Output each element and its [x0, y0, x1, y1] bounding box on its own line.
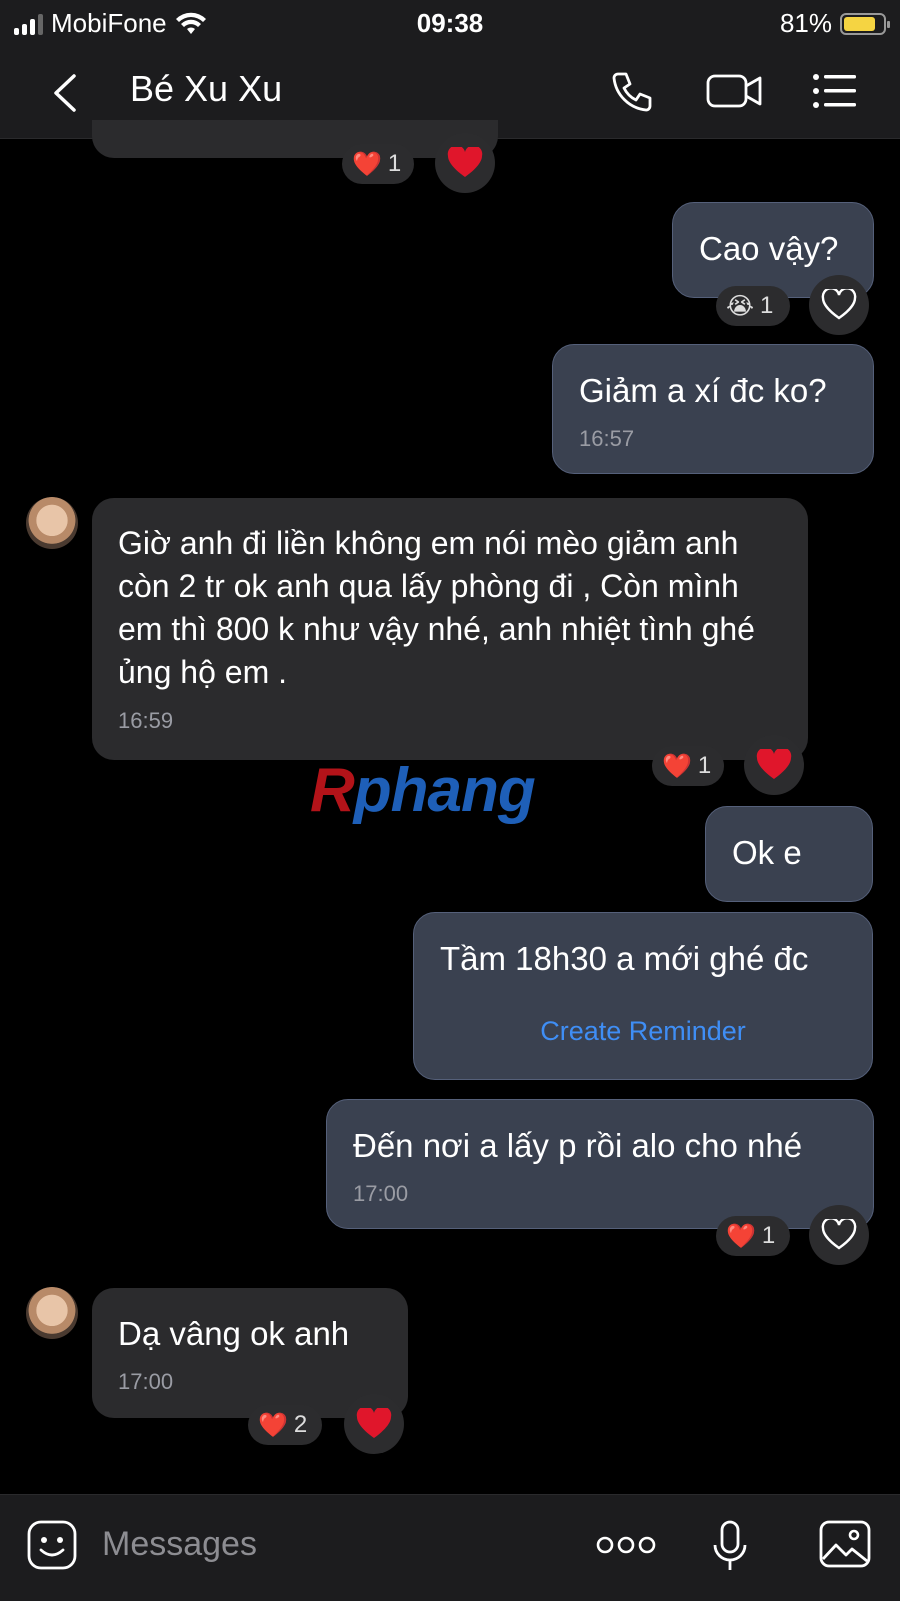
heart-emoji-icon: ❤️	[258, 1411, 288, 1439]
message-text: Giảm a xí đc ko?	[579, 372, 827, 409]
outline-heart-icon	[821, 1219, 857, 1250]
reaction-count: 2	[293, 1411, 308, 1438]
heart-emoji-icon: ❤️	[352, 150, 382, 178]
watermark-logo: Rphang	[310, 756, 536, 825]
contact-avatar[interactable]	[26, 497, 78, 549]
outline-heart-icon	[821, 289, 857, 320]
phone-call-icon[interactable]	[608, 68, 658, 114]
image-gallery-icon[interactable]	[818, 1519, 872, 1569]
battery-percent: 81%	[779, 8, 832, 38]
reaction-pill[interactable]: ❤️ 2	[248, 1405, 322, 1445]
microphone-icon[interactable]	[712, 1519, 748, 1573]
crying-emoji-icon: 😭	[726, 292, 755, 320]
contact-avatar[interactable]	[26, 1287, 78, 1339]
message-text: Dạ vâng ok anh	[118, 1315, 350, 1352]
message-text: Cao vậy?	[699, 230, 839, 267]
sticker-smiley-icon[interactable]	[26, 1519, 78, 1571]
contact-name[interactable]: Bé Xu Xu	[130, 68, 282, 110]
message-timestamp: 17:00	[118, 1369, 174, 1394]
message-text: Tầm 18h30 a mới ghé đc	[440, 940, 809, 977]
message-bubble-outgoing[interactable]: Giảm a xí đc ko? 16:57	[552, 344, 874, 474]
create-reminder-link[interactable]: Create Reminder	[440, 1016, 846, 1047]
message-bubble-outgoing[interactable]: Tầm 18h30 a mới ghé đc Create Reminder	[413, 912, 873, 1080]
message-text: Ok e	[732, 834, 802, 871]
reaction-count: 1	[697, 752, 712, 779]
message-timestamp: 17:00	[353, 1181, 409, 1206]
heart-emoji-icon: ❤️	[726, 1222, 756, 1250]
heart-reaction-button[interactable]	[344, 1394, 404, 1454]
reaction-count: 1	[760, 292, 774, 319]
heart-emoji-icon: ❤️	[662, 752, 692, 780]
clock: 09:38	[416, 8, 484, 38]
message-composer: Messages	[0, 1494, 900, 1601]
filled-heart-icon	[447, 147, 483, 177]
reaction-pill[interactable]: 😭 1	[716, 286, 790, 326]
filled-heart-icon	[756, 749, 792, 779]
reaction-pill[interactable]: ❤️ 1	[652, 746, 724, 786]
message-timestamp: 16:59	[118, 708, 174, 733]
message-text: Đến nơi a lấy p rồi alo cho nhé	[353, 1127, 803, 1164]
reaction-pill[interactable]: ❤️ 1	[716, 1216, 790, 1256]
message-text: Giờ anh đi liền không em nói mèo giảm an…	[118, 525, 755, 690]
like-reaction-button[interactable]	[809, 275, 869, 335]
battery-group: 81%	[779, 8, 890, 39]
message-bubble-incoming[interactable]: Giờ anh đi liền không em nói mèo giảm an…	[92, 498, 808, 760]
battery-icon	[840, 12, 890, 35]
video-call-icon[interactable]	[706, 68, 764, 114]
message-bubble-outgoing[interactable]: Ok e	[705, 806, 873, 902]
more-options-icon[interactable]	[596, 1535, 656, 1555]
heart-reaction-button[interactable]	[435, 133, 495, 193]
message-timestamp: 16:57	[579, 426, 635, 451]
message-bubble-outgoing[interactable]: Đến nơi a lấy p rồi alo cho nhé 17:00	[326, 1099, 874, 1229]
back-chevron-icon[interactable]	[46, 70, 86, 116]
menu-list-icon[interactable]	[810, 68, 860, 114]
heart-reaction-button[interactable]	[744, 735, 804, 795]
like-reaction-button[interactable]	[809, 1205, 869, 1265]
reaction-pill[interactable]: ❤️ 1	[342, 144, 414, 184]
reaction-count: 1	[761, 1222, 776, 1249]
message-input[interactable]: Messages	[102, 1525, 257, 1564]
filled-heart-icon	[356, 1408, 392, 1438]
reaction-count: 1	[387, 150, 402, 177]
status-bar: MobiFone 09:38 81%	[0, 0, 900, 46]
